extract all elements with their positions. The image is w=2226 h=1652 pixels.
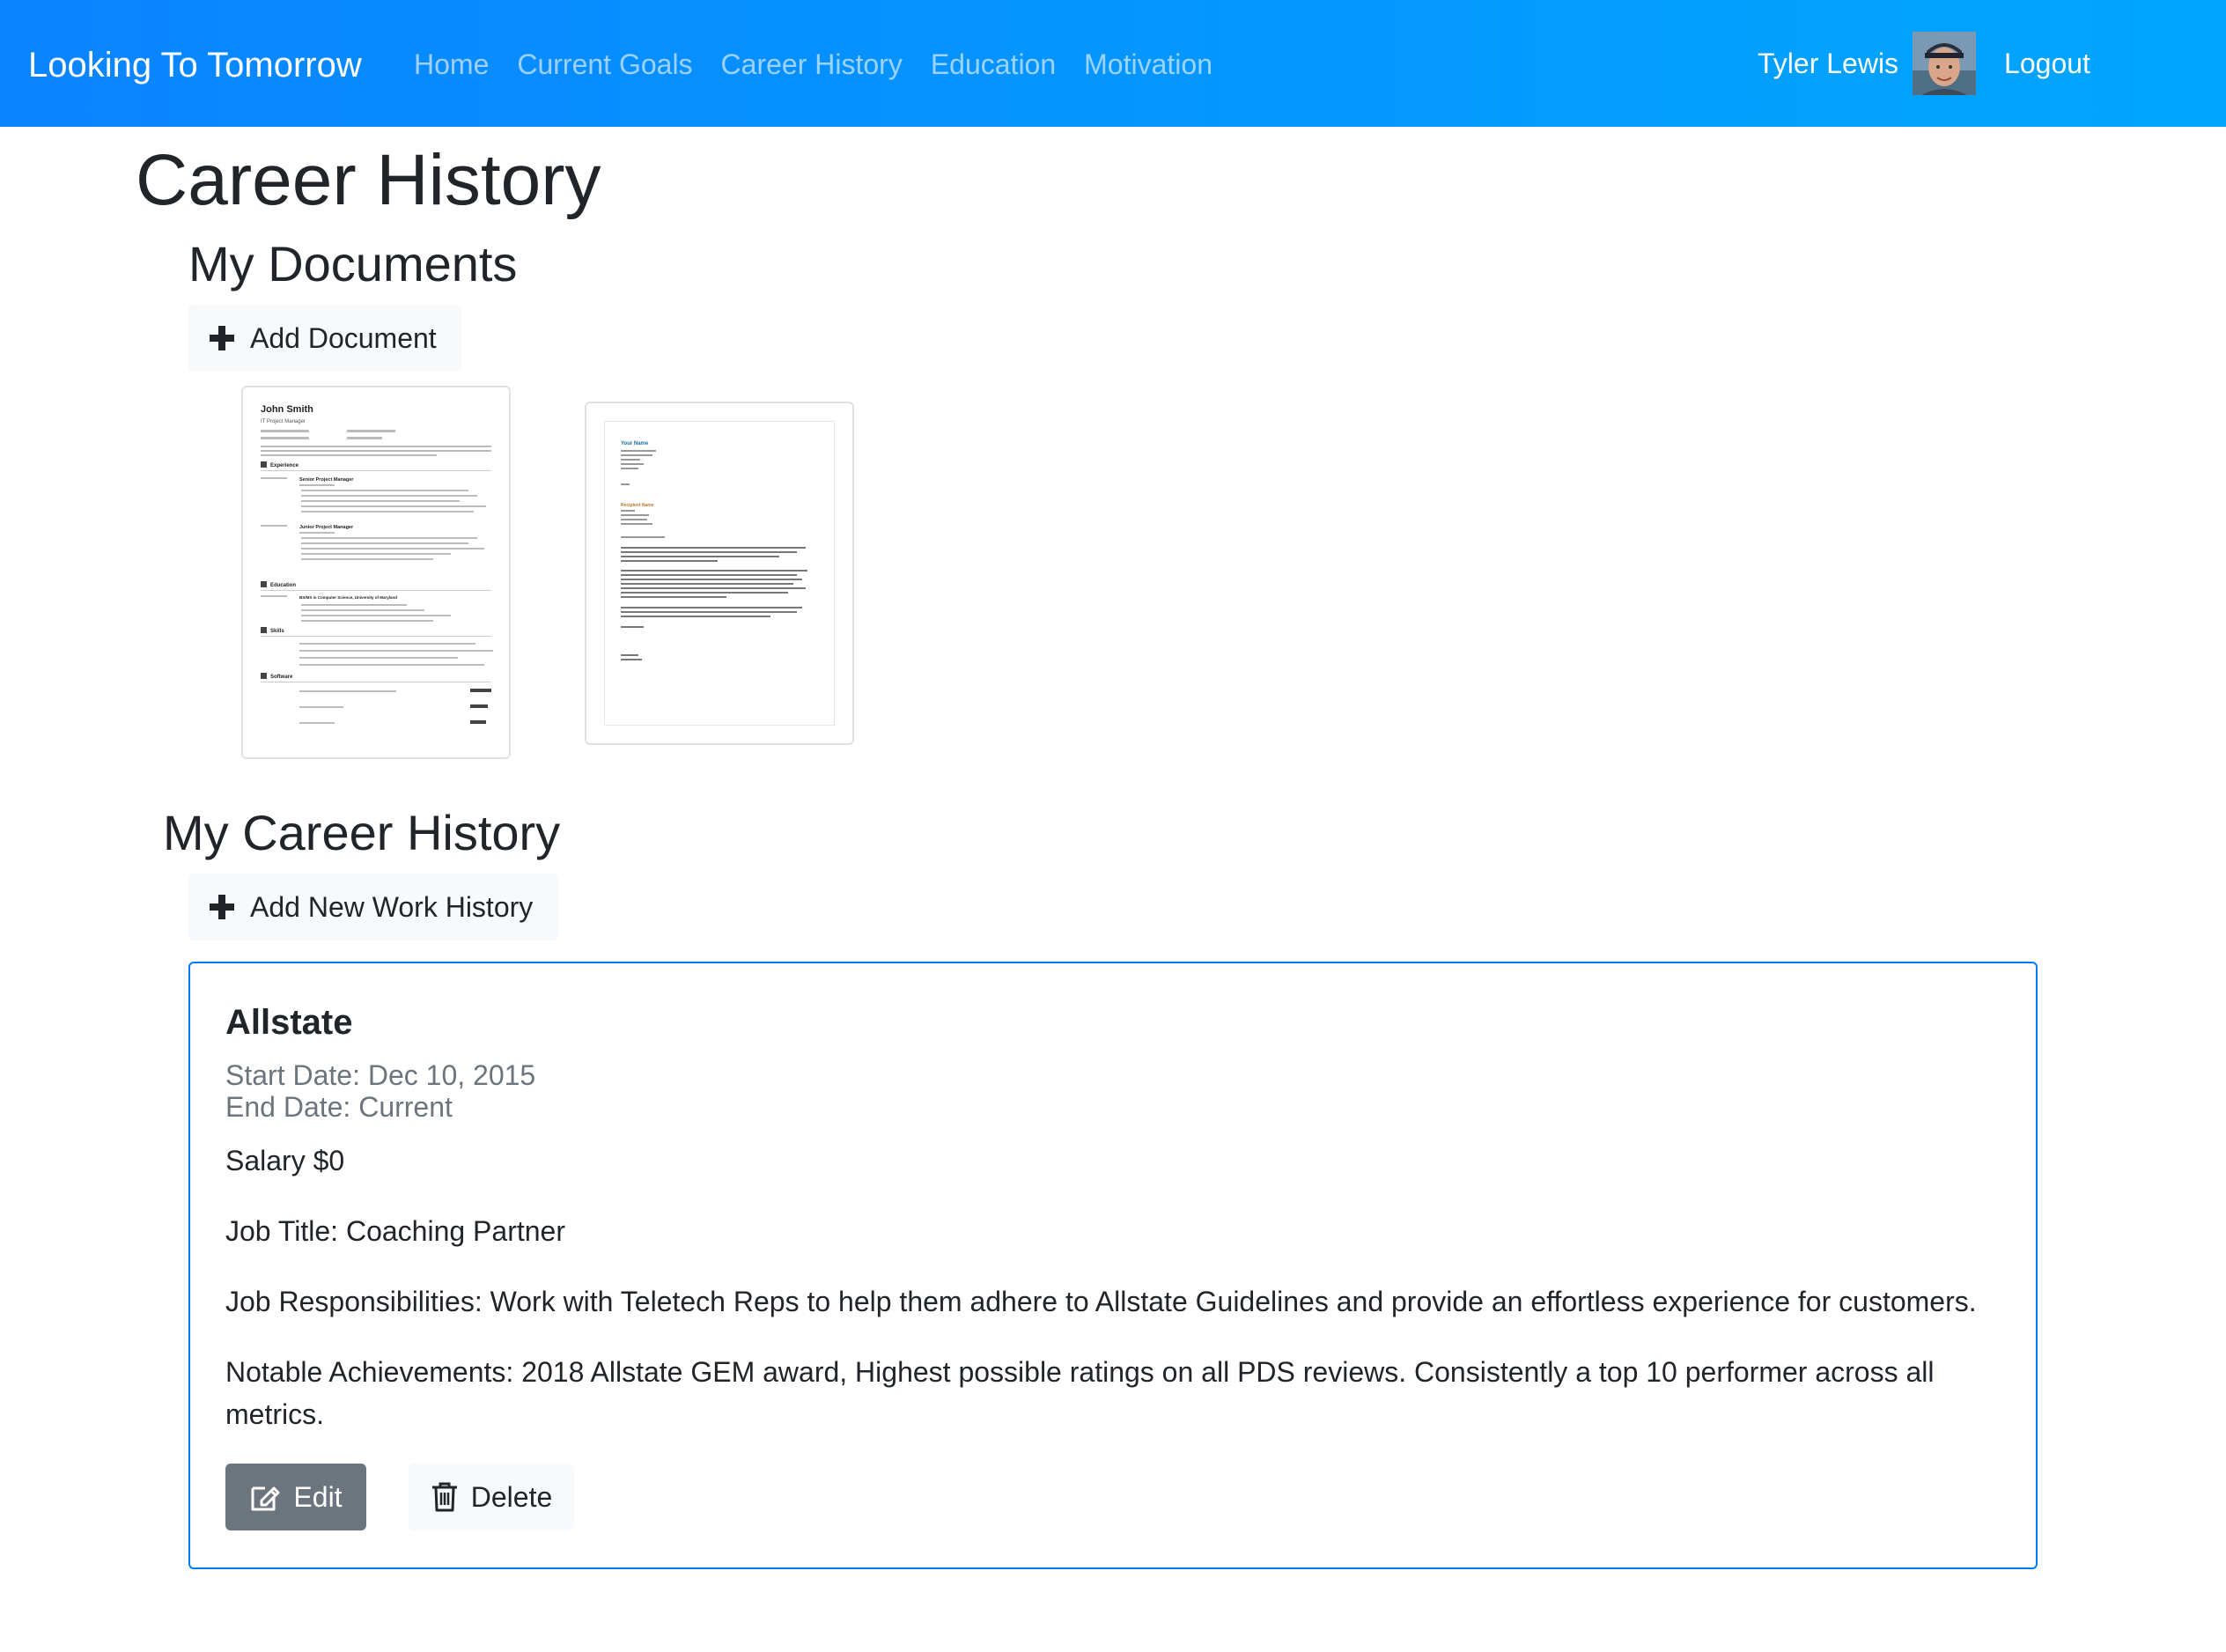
resume-role: IT Project Manager bbox=[261, 419, 306, 424]
edit-icon bbox=[251, 1486, 280, 1511]
edit-button[interactable]: Edit bbox=[225, 1464, 366, 1530]
job-title: Job Title: Coaching Partner bbox=[225, 1215, 565, 1247]
edit-label: Edit bbox=[293, 1480, 343, 1513]
nav-links: Home Current Goals Career History Educat… bbox=[414, 44, 1241, 85]
add-document-button[interactable]: Add Document bbox=[188, 305, 461, 372]
career-history-heading: My Career History bbox=[163, 805, 561, 860]
resume-section-software: Software bbox=[270, 675, 293, 680]
documents-heading: My Documents bbox=[188, 236, 518, 291]
brand-link[interactable]: Looking To Tomorrow bbox=[28, 42, 362, 88]
avatar[interactable] bbox=[1913, 32, 1977, 95]
letter-recipient-name: Recipient Name bbox=[621, 503, 654, 508]
start-date: Start Date: Dec 10, 2015 bbox=[225, 1059, 536, 1091]
user-menu: Tyler Lewis Logout bbox=[1758, 32, 2090, 95]
resume-section-skills: Skills bbox=[270, 629, 284, 634]
add-work-history-button[interactable]: Add New Work History bbox=[188, 874, 558, 940]
resume-thumbnail[interactable]: John Smith IT Project Manager Experience… bbox=[241, 386, 511, 759]
end-date: End Date: Current bbox=[225, 1091, 453, 1123]
notable-achievements: Notable Achievements: 2018 Allstate GEM … bbox=[225, 1356, 1935, 1430]
logout-link[interactable]: Logout bbox=[2004, 32, 2090, 95]
company-name: Allstate bbox=[225, 1003, 353, 1042]
plus-icon bbox=[210, 326, 234, 350]
resume-job-2: Junior Project Manager bbox=[299, 525, 354, 530]
salary: Salary $0 bbox=[225, 1145, 345, 1176]
letter-your-name: Your Name bbox=[621, 441, 649, 446]
resume-degree: BS/MS in Computer Science, University of… bbox=[299, 595, 397, 600]
nav-link-current-goals[interactable]: Current Goals bbox=[517, 44, 692, 85]
resume-preview: John Smith IT Project Manager Experience… bbox=[261, 404, 493, 724]
cover-letter-preview: Your Name Recipient Name bbox=[621, 441, 807, 660]
resume-section-experience: Experience bbox=[270, 463, 299, 468]
add-work-history-label: Add New Work History bbox=[250, 890, 534, 923]
trash-icon bbox=[431, 1482, 457, 1512]
resume-section-education: Education bbox=[270, 583, 296, 588]
nav-link-motivation[interactable]: Motivation bbox=[1084, 44, 1213, 85]
resume-name: John Smith bbox=[261, 404, 313, 415]
nav-link-career-history[interactable]: Career History bbox=[721, 44, 903, 85]
resume-job-1: Senior Project Manager bbox=[299, 477, 354, 483]
plus-icon bbox=[210, 895, 234, 919]
delete-label: Delete bbox=[470, 1480, 553, 1513]
add-document-label: Add Document bbox=[250, 321, 437, 354]
top-navbar: Looking To Tomorrow Home Current Goals C… bbox=[0, 0, 2226, 127]
user-name[interactable]: Tyler Lewis bbox=[1758, 32, 1898, 95]
cover-letter-page: Your Name Recipient Name bbox=[604, 421, 835, 726]
delete-button[interactable]: Delete bbox=[409, 1464, 574, 1530]
cover-letter-thumbnail[interactable]: Your Name Recipient Name bbox=[585, 402, 854, 745]
page-title: Career History bbox=[136, 140, 601, 220]
nav-link-education[interactable]: Education bbox=[931, 44, 1056, 85]
job-responsibilities: Job Responsibilities: Work with Teletech… bbox=[225, 1286, 1977, 1317]
nav-link-home[interactable]: Home bbox=[414, 44, 489, 85]
work-history-card: Allstate Start Date: Dec 10, 2015 End Da… bbox=[188, 962, 2038, 1569]
